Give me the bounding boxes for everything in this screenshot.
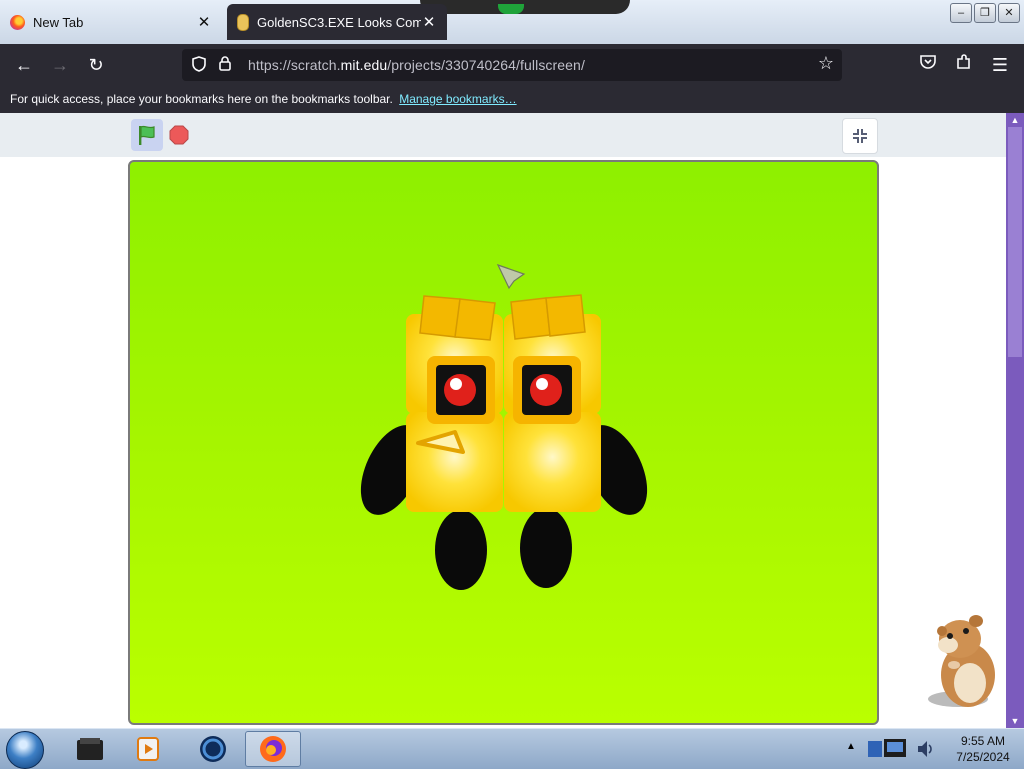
menu-icon[interactable]: ☰ — [988, 53, 1012, 77]
forward-icon[interactable]: → — [48, 53, 72, 77]
clock[interactable]: 9:55 AM 7/25/2024 — [946, 733, 1020, 765]
sprite-cursor-icon — [496, 263, 526, 290]
character-legs — [435, 508, 572, 590]
firefox-favicon-icon — [10, 14, 25, 30]
close-window-icon[interactable]: ✕ — [998, 3, 1020, 23]
bookmarks-hint: For quick access, place your bookmarks h… — [10, 92, 393, 106]
navigation-bar: ← → ↻ https://scratch.mit.edu/projects/3… — [0, 44, 1024, 86]
window-controls: – ❐ ✕ — [950, 3, 1020, 23]
extensions-icon[interactable] — [952, 53, 976, 77]
page-scrollbar[interactable]: ▲ ▼ — [1006, 113, 1024, 728]
explorer-icon[interactable] — [62, 731, 118, 767]
stop-icon[interactable] — [169, 125, 189, 145]
scroll-up-icon[interactable]: ▲ — [1006, 115, 1024, 125]
tab-title: New Tab — [33, 14, 84, 30]
system-tray: ▲ 9:55 AM 7/25/2024 — [838, 729, 1024, 769]
taskbar: ▲ 9:55 AM 7/25/2024 — [0, 728, 1024, 769]
hamster-sticker-icon — [928, 615, 995, 707]
url-path: /projects/330740264/fullscreen/ — [387, 57, 585, 73]
tab-scratch-project[interactable]: GoldenSC3.EXE Looks Compani ✕ — [227, 4, 447, 40]
tab-new-tab[interactable]: New Tab ✕ — [0, 4, 222, 40]
show-hidden-icons-icon[interactable]: ▲ — [846, 741, 856, 752]
network-tray-icon[interactable] — [866, 735, 910, 763]
firefox-icon[interactable] — [245, 731, 301, 767]
scroll-down-icon[interactable]: ▼ — [1006, 716, 1024, 726]
stage-canvas — [360, 263, 648, 590]
tab-close-icon[interactable]: ✕ — [421, 13, 437, 31]
numberblock-character — [406, 294, 601, 512]
start-button[interactable] — [6, 731, 44, 769]
address-bar[interactable]: https://scratch.mit.edu/projects/3307402… — [182, 49, 842, 81]
media-player-icon[interactable] — [120, 731, 176, 767]
url-prefix: https://scratch. — [248, 57, 341, 73]
bookmarks-toolbar: For quick access, place your bookmarks h… — [0, 86, 1024, 113]
url-text[interactable]: https://scratch.mit.edu/projects/3307402… — [248, 57, 585, 73]
shield-icon[interactable] — [190, 55, 208, 75]
minimize-icon[interactable]: – — [950, 3, 972, 23]
titlebar-decoration — [420, 0, 630, 14]
pocket-icon[interactable] — [916, 53, 940, 77]
reload-icon[interactable]: ↻ — [84, 53, 108, 77]
restore-icon[interactable]: ❐ — [974, 3, 996, 23]
back-icon[interactable]: ← — [12, 53, 36, 77]
volume-tray-icon[interactable] — [916, 739, 934, 759]
manage-bookmarks-link[interactable]: Manage bookmarks… — [399, 92, 516, 106]
scratch-stage[interactable] — [128, 160, 879, 725]
tab-close-icon[interactable]: ✕ — [196, 13, 212, 31]
clock-date: 7/25/2024 — [956, 750, 1010, 764]
scratch-player-page — [0, 113, 1006, 728]
scratch-favicon-icon — [237, 13, 249, 31]
unfullscreen-icon[interactable] — [842, 118, 878, 154]
clock-time: 9:55 AM — [960, 734, 1006, 748]
star-icon[interactable]: ☆ — [818, 53, 834, 74]
tab-title: GoldenSC3.EXE Looks Compani — [257, 14, 421, 30]
tab-strip: New Tab ✕ GoldenSC3.EXE Looks Compani ✕ … — [0, 0, 1024, 44]
lock-icon[interactable] — [216, 56, 234, 74]
scroll-thumb[interactable] — [1008, 127, 1022, 357]
internet-explorer-icon[interactable] — [185, 731, 241, 767]
player-controls-bar — [0, 113, 1006, 157]
green-flag-icon[interactable] — [131, 119, 163, 151]
url-domain: mit.edu — [340, 57, 388, 73]
